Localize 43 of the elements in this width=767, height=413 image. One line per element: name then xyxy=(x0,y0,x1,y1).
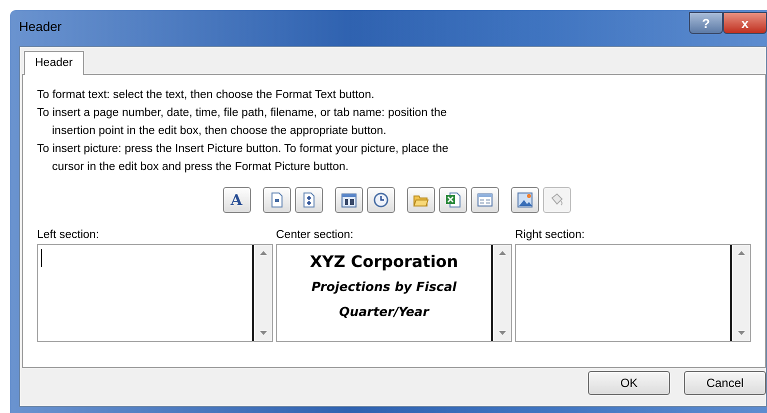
instruction-text: cursor in the edit box and press the Format Picture button. xyxy=(51,160,350,175)
paint-bucket-icon xyxy=(548,192,564,208)
dialog-button[interactable]: OK xyxy=(588,371,670,395)
scroll-up-icon xyxy=(738,251,744,255)
calendar-icon xyxy=(340,192,356,208)
scrollbar[interactable] xyxy=(730,245,750,341)
close-button[interactable]: x xyxy=(723,12,767,34)
toolbar-button[interactable] xyxy=(470,187,498,213)
header-text-line: XYZ Corporation xyxy=(310,251,458,273)
scroll-down-icon xyxy=(498,331,506,335)
page-icon xyxy=(268,192,284,208)
section-edit-box[interactable]: XYZ Corporation Projections by Fiscal Quarter/Year xyxy=(276,244,512,342)
header-text-line: Quarter/Year xyxy=(339,303,429,321)
spreadsheet-icon xyxy=(444,192,460,208)
toolbar-button[interactable] xyxy=(366,187,394,213)
dialog-button[interactable]: Cancel xyxy=(684,371,766,395)
clock-icon xyxy=(372,192,388,208)
scroll-down-icon xyxy=(738,331,744,335)
toolbar-button[interactable] xyxy=(294,187,322,213)
instruction-text: insertion point in the edit box, then choose the appropriate button. xyxy=(51,124,388,139)
section-label: Right section: xyxy=(515,229,586,241)
scroll-up-icon xyxy=(498,251,506,255)
scroll-up-icon xyxy=(260,251,266,255)
instruction-text: To format text: select the text, then choose the Format Text button. xyxy=(37,88,376,103)
toolbar-button[interactable] xyxy=(438,187,466,213)
letter-icon: A xyxy=(230,191,242,209)
scrollbar[interactable] xyxy=(252,245,272,341)
scrollbar[interactable] xyxy=(491,245,511,341)
section-label: Center section: xyxy=(276,229,354,241)
picture-icon xyxy=(516,192,532,208)
tab[interactable]: Header xyxy=(24,51,84,75)
instruction-text: To insert a page number, date, time, file path, filename, or tab name: position the xyxy=(37,106,448,121)
section-label: Left section: xyxy=(37,229,100,241)
pages-icon xyxy=(300,192,316,208)
header-text-line: Projections by Fiscal xyxy=(311,278,457,296)
sheet-icon xyxy=(476,192,492,208)
scroll-down-icon xyxy=(260,331,266,335)
window-title: Header xyxy=(19,19,62,34)
toolbar-button[interactable] xyxy=(262,187,290,213)
toolbar-button[interactable] xyxy=(510,187,538,213)
toolbar-button[interactable]: A xyxy=(222,187,250,213)
instruction-text: To insert picture: press the Insert Picture button. To format your picture, place the xyxy=(37,142,450,157)
toolbar-button[interactable] xyxy=(334,187,362,213)
